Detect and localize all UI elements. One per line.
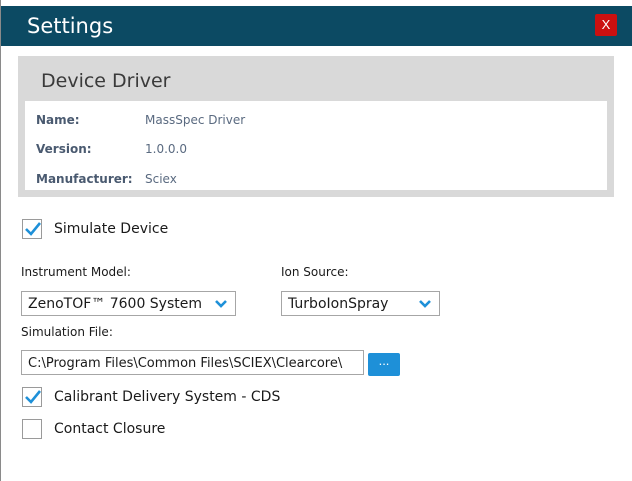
contact-closure-checkbox[interactable]	[22, 419, 42, 439]
device-driver-heading: Device Driver	[41, 70, 171, 92]
device-driver-panel: Device Driver Name: MassSpec Driver Vers…	[18, 56, 614, 197]
manufacturer-value: Sciex	[145, 172, 177, 186]
instrument-model-dropdown[interactable]: ZenoTOF™ 7600 System	[21, 291, 236, 316]
title-bar: Settings X	[1, 6, 632, 46]
simulation-file-value: C:\Program Files\Common Files\SCIEX\Clea…	[28, 356, 343, 371]
name-label: Name:	[36, 113, 80, 127]
contact-closure-label: Contact Closure	[54, 421, 166, 437]
close-button[interactable]: X	[595, 14, 617, 36]
ion-source-dropdown[interactable]: TurboIonSpray	[281, 291, 440, 316]
version-value: 1.0.0.0	[145, 142, 187, 156]
simulate-device-label: Simulate Device	[54, 221, 169, 237]
instrument-model-value: ZenoTOF™ 7600 System	[28, 296, 203, 312]
simulation-file-label: Simulation File:	[21, 325, 113, 339]
ion-source-value: TurboIonSpray	[288, 296, 389, 312]
instrument-model-label: Instrument Model:	[21, 265, 131, 279]
device-driver-info: Name: MassSpec Driver Version: 1.0.0.0 M…	[25, 101, 607, 190]
browse-button[interactable]: ...	[368, 353, 400, 376]
simulation-file-input[interactable]: C:\Program Files\Common Files\SCIEX\Clea…	[21, 350, 364, 375]
window-title: Settings	[27, 14, 114, 38]
cds-checkbox[interactable]	[22, 387, 42, 407]
settings-window: Settings X Device Driver Name: MassSpec …	[0, 0, 632, 481]
checkmark-icon	[25, 222, 42, 236]
name-value: MassSpec Driver	[145, 113, 246, 127]
simulate-device-checkbox[interactable]	[22, 219, 42, 239]
chevron-down-icon	[215, 300, 227, 308]
cds-label: Calibrant Delivery System - CDS	[54, 389, 281, 405]
manufacturer-label: Manufacturer:	[36, 172, 133, 186]
chevron-down-icon	[419, 300, 431, 308]
ion-source-label: Ion Source:	[281, 265, 349, 279]
version-label: Version:	[36, 142, 92, 156]
checkmark-icon	[25, 390, 42, 404]
